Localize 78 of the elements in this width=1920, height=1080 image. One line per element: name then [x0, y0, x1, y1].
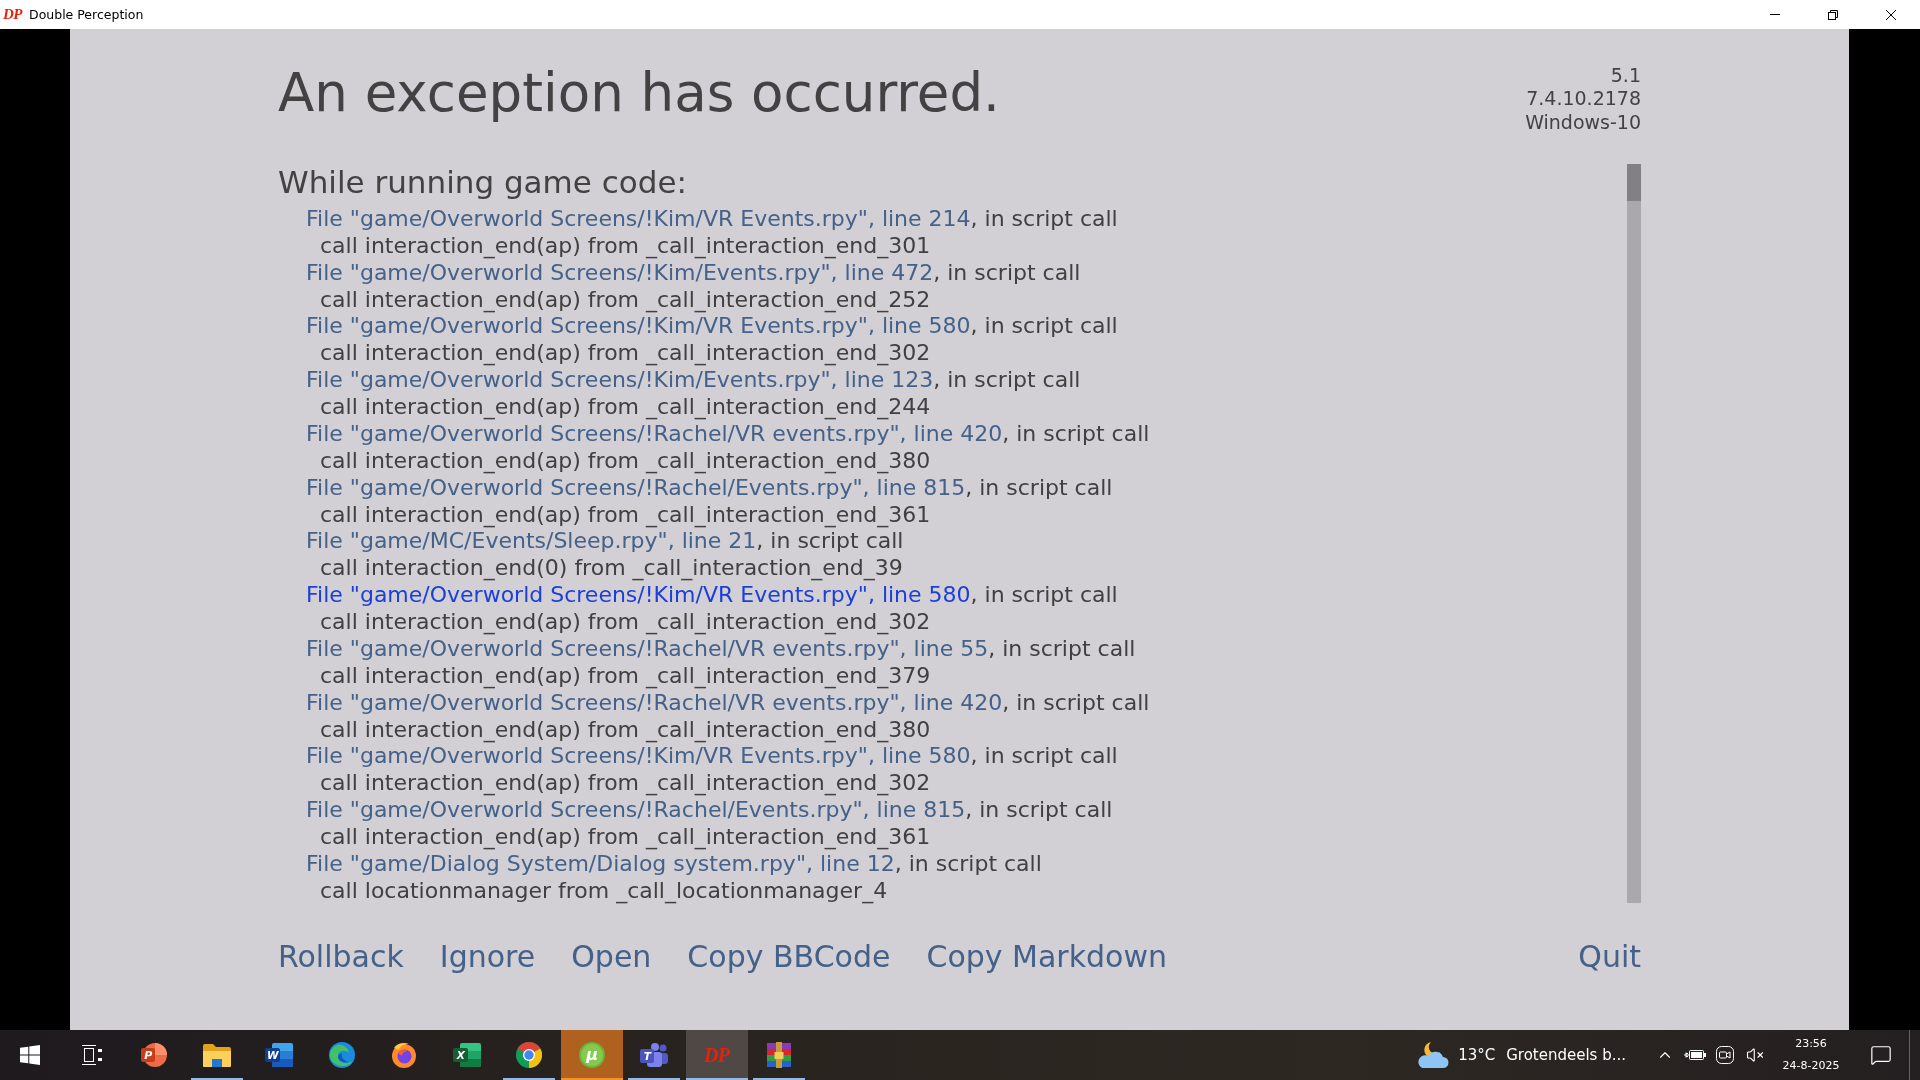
- code-line: call interaction_end(ap) from _call_interaction_end_361: [320, 824, 931, 851]
- stacked-books-icon: [766, 1042, 793, 1068]
- file-link[interactable]: File "game/Overworld Screens/!Kim/Events.rpy", line 472: [306, 259, 934, 285]
- clock-time[interactable]: 23:56: [1795, 1033, 1827, 1055]
- file-link[interactable]: File "game/Overworld Screens/!Rachel/VR events.rpy", line 55: [306, 635, 989, 661]
- traceback-line: File "game/Overworld Screens/!Rachel/Events.rpy", line 815, in script call: [306, 797, 1113, 824]
- moon-cloud-icon[interactable]: [1417, 1041, 1450, 1069]
- file-link[interactable]: File "game/Overworld Screens/!Kim/VR Events.rpy", line 580: [306, 743, 971, 769]
- traceback-line: File "game/Overworld Screens/!Rachel/VR events.rpy", line 420, in script call: [306, 420, 1150, 448]
- taskbar-app-button[interactable]: W: [248, 1030, 311, 1080]
- action-button[interactable]: Copy Markdown: [926, 938, 1167, 975]
- traceback-line: File "game/MC/Events/Sleep.rpy", line 21, in script call: [306, 528, 904, 556]
- file-link[interactable]: File "game/Overworld Screens/!Rachel/Events.rpy", line 815: [306, 797, 966, 823]
- traceback-line: File "game/Overworld Screens/!Rachel/Events.rpy", line 815, in script call: [306, 474, 1113, 502]
- taskbar-app-button[interactable]: X: [435, 1030, 498, 1080]
- code-line: call interaction_end(ap) from _call_interaction_end_380: [320, 716, 931, 744]
- weather-temperature[interactable]: 13°C: [1458, 1046, 1496, 1064]
- restore-icon: [1828, 9, 1838, 20]
- file-link[interactable]: File "game/Dialog System/Dialog system.rpy", line 12: [306, 850, 895, 876]
- action-button[interactable]: Copy BBCode: [687, 938, 891, 975]
- mu-logo-icon: µ: [578, 1042, 605, 1068]
- code-line: call interaction_end(ap) from _call_interaction_end_244: [320, 394, 931, 421]
- code-line: call interaction_end(ap) from _call_interaction_end_302: [320, 609, 931, 636]
- version-text: Windows-10: [1525, 110, 1641, 134]
- battery-plug-icon[interactable]: [1684, 1049, 1706, 1061]
- mute-icon[interactable]: [1746, 1046, 1764, 1064]
- code-line: call interaction_end(ap) from _call_interaction_end_301: [320, 232, 931, 260]
- folder-icon: [202, 1043, 231, 1067]
- file-link[interactable]: File "game/Overworld Screens/!Kim/VR Events.rpy", line 580: [306, 313, 971, 339]
- file-link[interactable]: File "game/Overworld Screens/!Kim/VR Events.rpy", line 580: [306, 582, 971, 608]
- p-logo-icon: P: [141, 1043, 168, 1067]
- traceback-line: File "game/Overworld Screens/!Kim/VR Events.rpy", line 580, in script call: [306, 743, 1118, 771]
- windows-logo-icon: [20, 1045, 40, 1065]
- weather-condition[interactable]: Grotendeels b...: [1506, 1046, 1626, 1064]
- version-text: 7.4.10.2178: [1526, 87, 1641, 111]
- code-line: call interaction_end(ap) from _call_interaction_end_302: [320, 770, 931, 798]
- fox-globe-icon: [391, 1042, 418, 1068]
- action-button[interactable]: Rollback: [278, 938, 404, 975]
- code-line: call interaction_end(ap) from _call_interaction_end_252: [320, 286, 931, 314]
- exception-title: An exception has occurred.: [278, 62, 1000, 124]
- notification-icon[interactable]: [1869, 1044, 1892, 1066]
- traceback-line: File "game/Overworld Screens/!Kim/VR Events.rpy", line 214, in script call: [306, 205, 1118, 233]
- code-line: call interaction_end(ap) from _call_interaction_end_361: [320, 501, 931, 529]
- app-logo: DP: [3, 7, 22, 22]
- swirl-logo-icon: [328, 1042, 355, 1068]
- video-camera-icon[interactable]: [1716, 1046, 1734, 1064]
- file-link[interactable]: File "game/Overworld Screens/!Kim/VR Events.rpy", line 214: [306, 205, 971, 231]
- file-link[interactable]: File "game/MC/Events/Sleep.rpy", line 21: [306, 528, 757, 554]
- file-link[interactable]: File "game/Overworld Screens/!Kim/Events.rpy", line 123: [306, 367, 934, 393]
- traceback-line: File "game/Overworld Screens/!Kim/Events.rpy", line 472, in script call: [306, 259, 1081, 287]
- code-line: call locationmanager from _call_locationmanager_4: [320, 877, 888, 905]
- code-line: call interaction_end(ap) from _call_interaction_end_379: [320, 662, 931, 690]
- clock-date[interactable]: 24-8-2025: [1782, 1055, 1840, 1077]
- ring-logo-icon: [516, 1042, 543, 1068]
- scrollbar-track[interactable]: [1627, 163, 1641, 903]
- minimize-icon: [1770, 14, 1780, 15]
- action-button[interactable]: Open: [571, 938, 652, 975]
- quit-button[interactable]: Quit: [1578, 938, 1641, 975]
- action-button[interactable]: Ignore: [439, 938, 536, 975]
- code-line: call interaction_end(ap) from _call_interaction_end_302: [320, 340, 931, 368]
- traceback-line: File "game/Overworld Screens/!Rachel/VR events.rpy", line 55, in script call: [306, 635, 1136, 663]
- task-view-icon: [81, 1045, 102, 1065]
- file-link[interactable]: File "game/Overworld Screens/!Rachel/VR events.rpy", line 420: [306, 420, 1003, 446]
- traceback-line: File "game/Overworld Screens/!Kim/VR Events.rpy", line 580, in script call: [306, 313, 1118, 341]
- traceback-line: File "game/Overworld Screens/!Kim/VR Events.rpy", line 580, in script call: [306, 582, 1118, 609]
- version-text: 5.1: [1610, 64, 1641, 88]
- section-title: While running game code:: [278, 163, 687, 200]
- traceback-line: File "game/Overworld Screens/!Kim/Events.rpy", line 123, in script call: [306, 367, 1081, 394]
- traceback-line: File "game/Overworld Screens/!Rachel/VR events.rpy", line 420, in script call: [306, 689, 1150, 717]
- window-title: Double Perception: [29, 7, 144, 22]
- taskbar-app-button[interactable]: P: [123, 1030, 186, 1080]
- scrollbar-thumb[interactable]: [1627, 163, 1641, 201]
- traceback-line: File "game/Dialog System/Dialog system.rpy", line 12, in script call: [306, 850, 1042, 878]
- file-link[interactable]: File "game/Overworld Screens/!Rachel/Events.rpy", line 815: [306, 474, 966, 500]
- code-line: call interaction_end(0) from _call_interaction_end_39: [320, 555, 903, 583]
- file-link[interactable]: File "game/Overworld Screens/!Rachel/VR events.rpy", line 420: [306, 689, 1003, 715]
- close-icon: [1886, 9, 1896, 20]
- code-line: call interaction_end(ap) from _call_interaction_end_380: [320, 447, 931, 475]
